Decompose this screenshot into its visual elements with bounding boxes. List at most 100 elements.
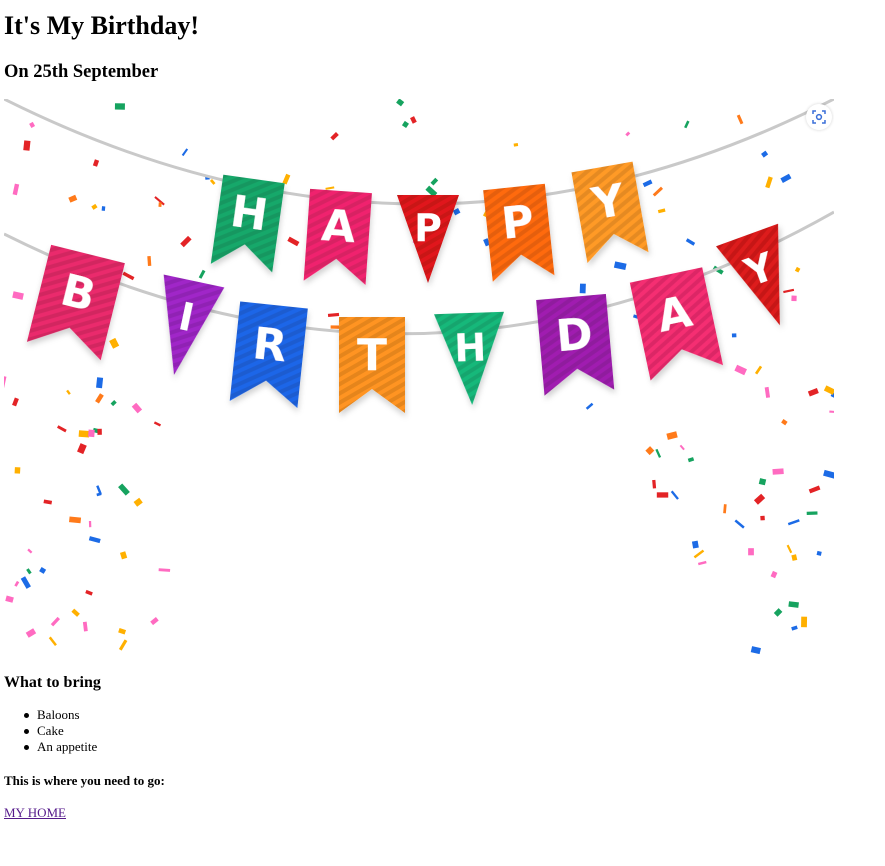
banner-string-top [4,99,834,206]
confetti-piece [772,468,784,475]
birthday-flag-7: Y [715,223,781,326]
birthday-flag-letter: R [250,318,289,372]
confetti-piece [180,235,192,248]
confetti-piece [25,628,37,638]
confetti-piece [97,428,102,435]
confetti-piece [27,548,33,554]
confetti-piece [48,636,57,646]
confetti-piece [69,516,82,524]
confetti-piece [655,448,662,458]
happy-flag-letter: A [320,200,358,253]
confetti-piece [122,271,135,281]
bring-list: Baloons Cake An appetite [23,707,98,755]
confetti-piece [85,589,93,596]
confetti-piece [88,536,101,544]
confetti-piece [96,485,102,495]
confetti-piece [119,551,128,560]
birthday-flag-letter: T [357,330,387,381]
confetti-piece [401,120,409,129]
confetti-piece [43,499,53,505]
confetti-piece [666,431,678,440]
confetti-piece [670,490,679,500]
confetti-piece [697,560,707,566]
confetti-piece [50,616,61,627]
confetti-piece [748,548,754,556]
birthday-flag-4: H [434,311,504,405]
list-item: Cake [23,723,97,739]
happy-flag-letter: H [227,186,271,242]
confetti-piece [39,566,47,574]
confetti-piece [642,179,653,188]
confetti-piece [585,402,594,410]
bring-heading: What to bring [4,674,101,691]
confetti-piece [731,333,737,338]
confetti-piece [82,621,88,632]
happy-flag-2: P [397,195,459,283]
birthday-flag-letter: D [554,308,595,362]
confetti-piece [806,511,818,516]
confetti-piece [12,183,20,196]
confetti-piece [71,608,80,617]
happy-flag-letter: P [414,206,442,250]
birthday-flag-1: I [163,274,225,375]
directions-text: This is where you need to go: [4,773,165,788]
confetti-piece [118,627,127,635]
confetti-piece [691,540,699,549]
birthday-flag-6: A [629,267,723,381]
confetti-piece [198,269,206,279]
confetti-piece [791,554,798,561]
happy-flag-1: A [303,188,372,285]
confetti-piece [808,485,821,494]
confetti-piece [773,608,783,617]
confetti-piece [753,493,766,505]
confetti-piece [150,616,159,626]
confetti-piece [764,386,771,398]
confetti-group [4,99,834,655]
confetti-piece [657,208,666,214]
confetti-piece [807,387,819,397]
confetti-piece [131,402,143,414]
confetti-piece [794,266,801,273]
confetti-piece [330,132,339,141]
confetti-piece [765,176,773,189]
confetti-piece [770,570,778,579]
visual-search-icon[interactable] [806,104,832,130]
my-home-link[interactable]: MY HOME [4,805,66,821]
confetti-piece [758,478,767,486]
page-subtitle: On 25th September [4,62,159,82]
confetti-piece [396,99,405,107]
confetti-piece [4,375,7,389]
confetti-piece [88,520,92,528]
confetti-piece [109,337,120,349]
confetti-piece [801,616,808,628]
confetti-piece [760,515,765,521]
confetti-piece [645,446,655,456]
confetti-piece [95,393,104,404]
confetti-piece [147,255,152,266]
confetti-piece [761,150,769,158]
confetti-piece [791,625,798,631]
confetti-piece [823,385,834,395]
birthday-flag-2: R [229,301,308,409]
confetti-piece [684,120,690,129]
confetti-piece [513,143,519,147]
confetti-piece [656,492,669,498]
confetti-piece [68,194,78,203]
confetti-piece [26,568,32,575]
confetti-piece [579,283,586,294]
confetti-piece [325,186,335,190]
confetti-piece [23,140,31,151]
confetti-piece [133,497,143,507]
confetti-piece [78,430,90,438]
confetti-piece [158,202,162,207]
confetti-piece [736,114,744,125]
confetti-piece [788,601,799,608]
list-item: An appetite [23,739,98,754]
confetti-piece [209,179,216,185]
confetti-piece [282,173,291,185]
confetti-piece [14,467,21,474]
confetti-piece [829,410,834,413]
banner-graphic: HAPPY B IR T H D AY [4,99,834,655]
confetti-piece [66,389,71,395]
confetti-piece [88,429,95,438]
